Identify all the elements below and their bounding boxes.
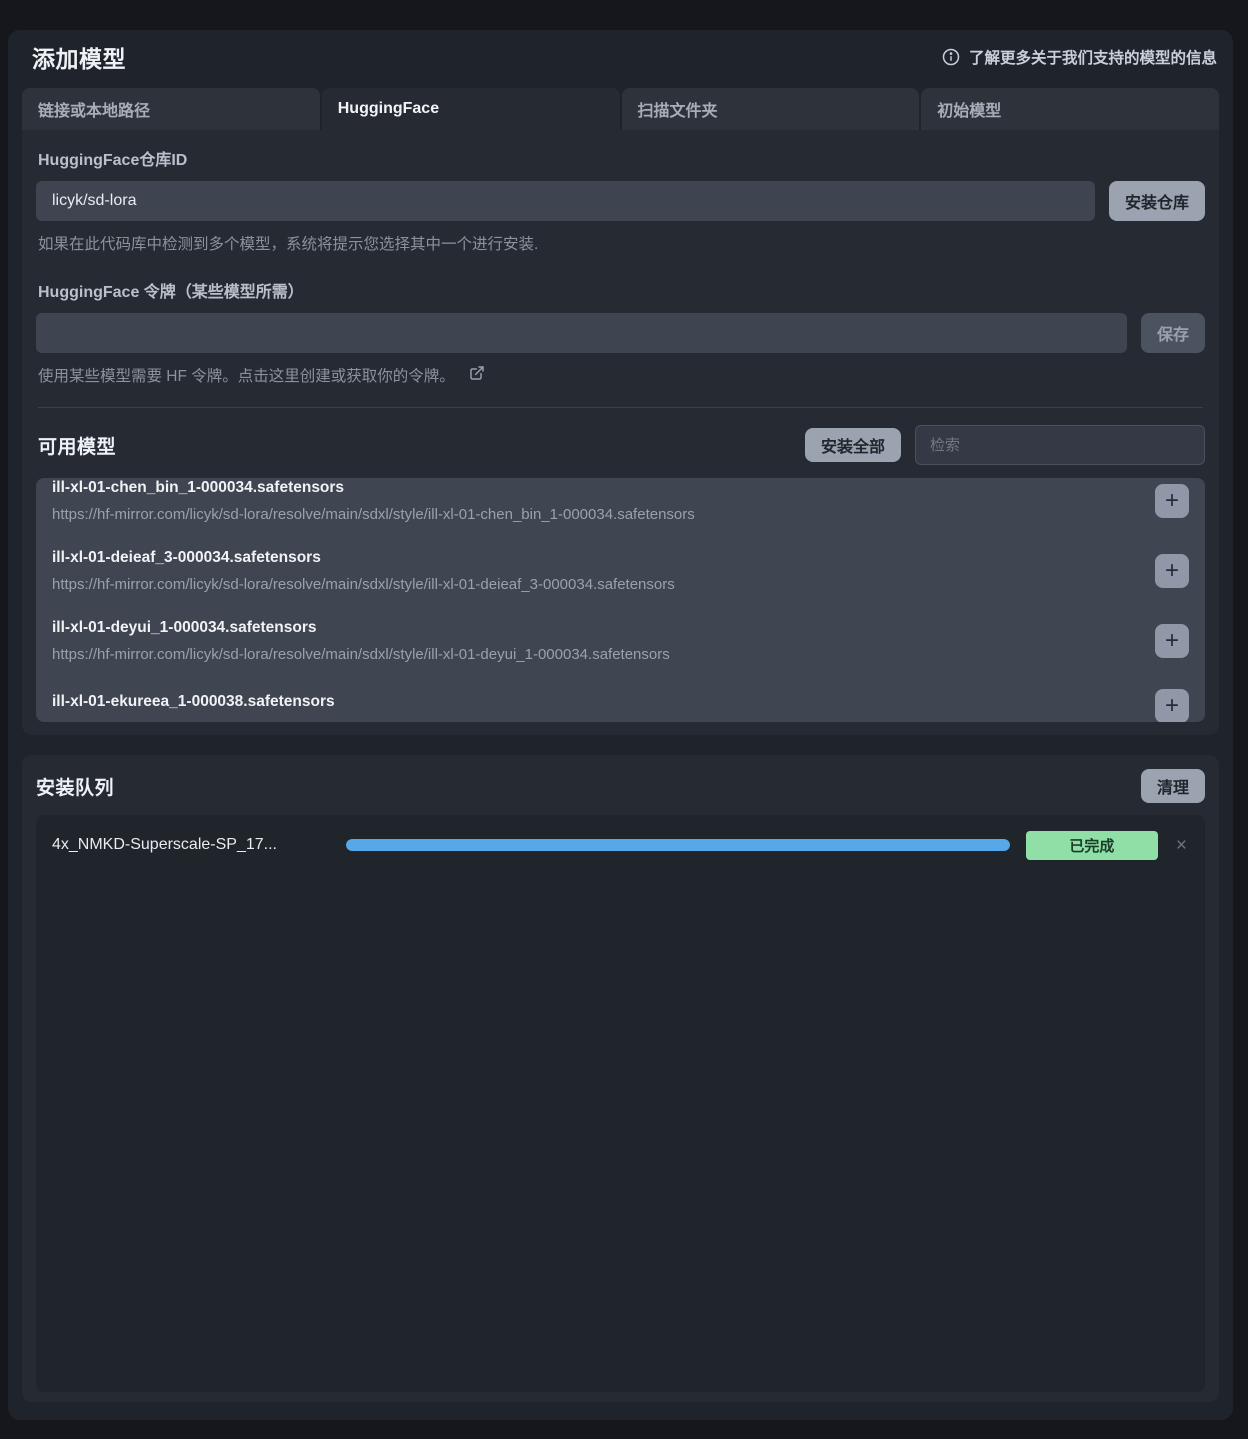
model-list-item: ill-xl-01-chen_bin_1-000034.safetensors … [52, 478, 1189, 537]
token-input[interactable] [36, 313, 1127, 353]
tab-huggingface[interactable]: HuggingFace [322, 88, 620, 130]
install-queue-title: 安装队列 [36, 773, 114, 800]
dialog-header: 添加模型 了解更多关于我们支持的模型的信息 [22, 42, 1219, 72]
model-url: https://hf-mirror.com/licyk/sd-lora/reso… [52, 646, 1141, 663]
model-name: ill-xl-01-deyui_1-000034.safetensors [52, 619, 1141, 637]
model-list-item: ill-xl-01-deieaf_3-000034.safetensors ht… [52, 537, 1189, 607]
repo-id-row: 安装仓库 [36, 181, 1205, 221]
repo-id-input[interactable] [36, 181, 1095, 221]
tab-starter-models[interactable]: 初始模型 [921, 88, 1219, 130]
model-name: ill-xl-01-ekureea_1-000038.safetensors [52, 693, 1141, 711]
install-queue-section: 安装队列 清理 4x_NMKD-Superscale-SP_17... 已完成 … [22, 755, 1219, 1402]
tab-scan-folder[interactable]: 扫描文件夹 [622, 88, 920, 130]
model-name: ill-xl-01-deieaf_3-000034.safetensors [52, 549, 1141, 567]
queue-item: 4x_NMKD-Superscale-SP_17... 已完成 × [52, 829, 1189, 861]
model-list[interactable]: ill-xl-01-chen_bin_1-000034.safetensors … [36, 478, 1205, 722]
learn-more-link[interactable]: 了解更多关于我们支持的模型的信息 [942, 46, 1217, 68]
repo-help-text: 如果在此代码库中检测到多个模型，系统将提示您选择其中一个进行安装. [38, 233, 1205, 252]
close-icon[interactable]: × [1174, 836, 1189, 855]
section-divider [38, 407, 1203, 408]
clear-queue-button[interactable]: 清理 [1141, 769, 1205, 803]
model-search-input[interactable] [915, 425, 1205, 465]
progress-bar-fill [346, 839, 1010, 851]
save-token-button[interactable]: 保存 [1141, 313, 1205, 353]
token-label: HuggingFace 令牌（某些模型所需） [38, 278, 1205, 297]
queue-item-name: 4x_NMKD-Superscale-SP_17... [52, 836, 330, 854]
add-model-button[interactable]: + [1155, 554, 1189, 588]
add-model-button[interactable]: + [1155, 484, 1189, 518]
install-queue-header: 安装队列 清理 [36, 769, 1205, 803]
model-name: ill-xl-01-chen_bin_1-000034.safetensors [52, 479, 1141, 497]
available-models-title: 可用模型 [38, 432, 116, 459]
model-url: https://hf-mirror.com/licyk/sd-lora/reso… [52, 506, 1141, 523]
page-title: 添加模型 [32, 40, 126, 74]
add-model-dialog: 添加模型 了解更多关于我们支持的模型的信息 链接或本地路径 HuggingFac… [8, 30, 1233, 1420]
repo-id-label: HuggingFace仓库ID [38, 146, 1205, 165]
model-list-item: ill-xl-01-deyui_1-000034.safetensors htt… [52, 607, 1189, 677]
tab-bar: 链接或本地路径 HuggingFace 扫描文件夹 初始模型 [22, 88, 1219, 130]
add-model-button[interactable]: + [1155, 689, 1189, 722]
available-models-header: 可用模型 安装全部 [36, 425, 1205, 465]
huggingface-tab-panel: HuggingFace仓库ID 安装仓库 如果在此代码库中检测到多个模型，系统将… [22, 130, 1219, 735]
info-icon [942, 48, 960, 66]
external-link-icon[interactable] [469, 365, 485, 386]
tab-link-or-local-path[interactable]: 链接或本地路径 [22, 88, 320, 130]
model-url: https://hf-mirror.com/licyk/sd-lora/reso… [52, 576, 1141, 593]
token-row: 保存 [36, 313, 1205, 353]
learn-more-label: 了解更多关于我们支持的模型的信息 [969, 46, 1217, 68]
status-badge: 已完成 [1026, 831, 1158, 860]
add-model-button[interactable]: + [1155, 624, 1189, 658]
install-queue-list: 4x_NMKD-Superscale-SP_17... 已完成 × [36, 815, 1205, 1392]
install-all-button[interactable]: 安装全部 [805, 428, 901, 462]
install-repo-button[interactable]: 安装仓库 [1109, 181, 1205, 221]
token-help-row: 使用某些模型需要 HF 令牌。点击这里创建或获取你的令牌。 [38, 365, 1205, 385]
progress-bar [346, 839, 1010, 851]
model-list-item: ill-xl-01-ekureea_1-000038.safetensors + [52, 677, 1189, 722]
token-help-text: 使用某些模型需要 HF 令牌。点击这里创建或获取你的令牌。 [38, 364, 455, 386]
